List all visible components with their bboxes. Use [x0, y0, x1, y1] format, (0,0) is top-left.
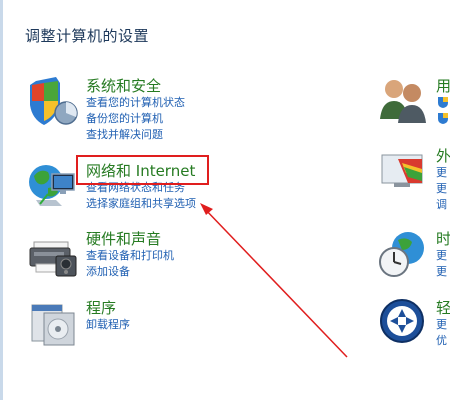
link-add-device[interactable]: 添加设备 [86, 264, 174, 280]
clock-globe-icon [379, 232, 424, 277]
programs-icon [31, 304, 75, 346]
category-title[interactable]: 外 [436, 145, 450, 166]
category-title[interactable]: 系统和安全 [86, 75, 161, 96]
page-title: 调整计算机的设置 [25, 27, 150, 45]
link-view-devices-printers[interactable]: 查看设备和打印机 [86, 248, 174, 264]
category-title[interactable]: 轻 [436, 297, 450, 318]
link-uninstall-program[interactable]: 卸载程序 [86, 317, 130, 333]
link-find-fix-problems[interactable]: 查找并解决问题 [86, 127, 185, 143]
right-link[interactable]: 更 [436, 317, 447, 333]
category-title[interactable]: 用 [436, 75, 450, 96]
right-link[interactable]: 更 [436, 264, 447, 280]
appearance-icon [381, 154, 423, 187]
right-link[interactable]: 更 [436, 248, 447, 264]
right-link[interactable]: 调 [436, 197, 447, 213]
printer-icon [29, 241, 77, 277]
category-title[interactable]: 程序 [86, 297, 116, 318]
ease-of-access-icon [380, 299, 424, 343]
right-link[interactable]: 更 [436, 181, 447, 197]
network-globe-icon [29, 165, 75, 206]
right-link[interactable]: 更 [436, 165, 447, 181]
link-homegroup-sharing[interactable]: 选择家庭组和共享选项 [86, 196, 196, 212]
category-title[interactable]: 时 [436, 228, 450, 249]
category-title[interactable]: 硬件和声音 [86, 228, 161, 249]
link-backup-computer[interactable]: 备份您的计算机 [86, 111, 185, 127]
link-view-computer-status[interactable]: 查看您的计算机状态 [86, 95, 185, 111]
shield-icon [30, 77, 78, 125]
annotation-highlight-box [76, 155, 209, 185]
users-icon [380, 80, 426, 123]
window-left-border [0, 0, 3, 400]
right-link[interactable]: 优 [436, 333, 447, 349]
shield-icon [438, 97, 448, 108]
shield-icon [438, 113, 448, 124]
